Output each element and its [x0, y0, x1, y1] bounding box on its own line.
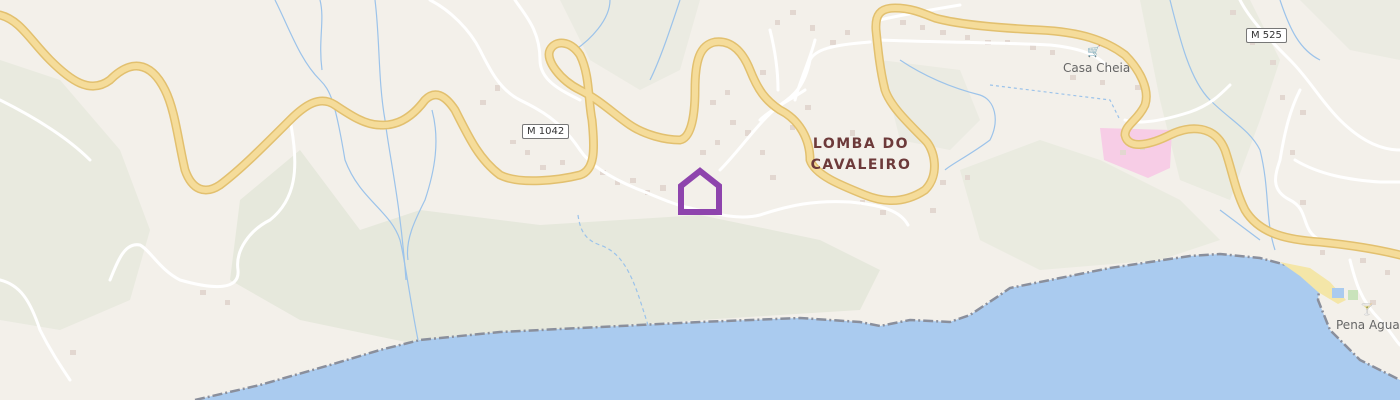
poi-label-pena-agua[interactable]: Pena Agua	[1336, 318, 1400, 332]
pool	[1332, 288, 1344, 298]
place-label-line2: CAVALEIRO	[810, 157, 912, 173]
road-shield-m525: M 525	[1246, 28, 1287, 43]
cocktail-bar-icon[interactable]: 🍸	[1360, 304, 1374, 315]
road-shield-m1042: M 1042	[522, 124, 570, 139]
place-label-lomba-do-cavaleiro[interactable]: LOMBA DO CAVALEIRO	[808, 134, 914, 176]
place-label-line1: LOMBA DO	[812, 136, 910, 152]
poi-label-casa-cheia[interactable]: Casa Cheia	[1063, 61, 1130, 75]
home-marker-icon[interactable]	[676, 166, 724, 218]
pitch	[1348, 290, 1358, 300]
map-canvas[interactable]: M 1042 M 525 LOMBA DO CAVALEIRO 🛒 Casa C…	[0, 0, 1400, 400]
shopping-cart-icon[interactable]: 🛒	[1087, 46, 1101, 57]
